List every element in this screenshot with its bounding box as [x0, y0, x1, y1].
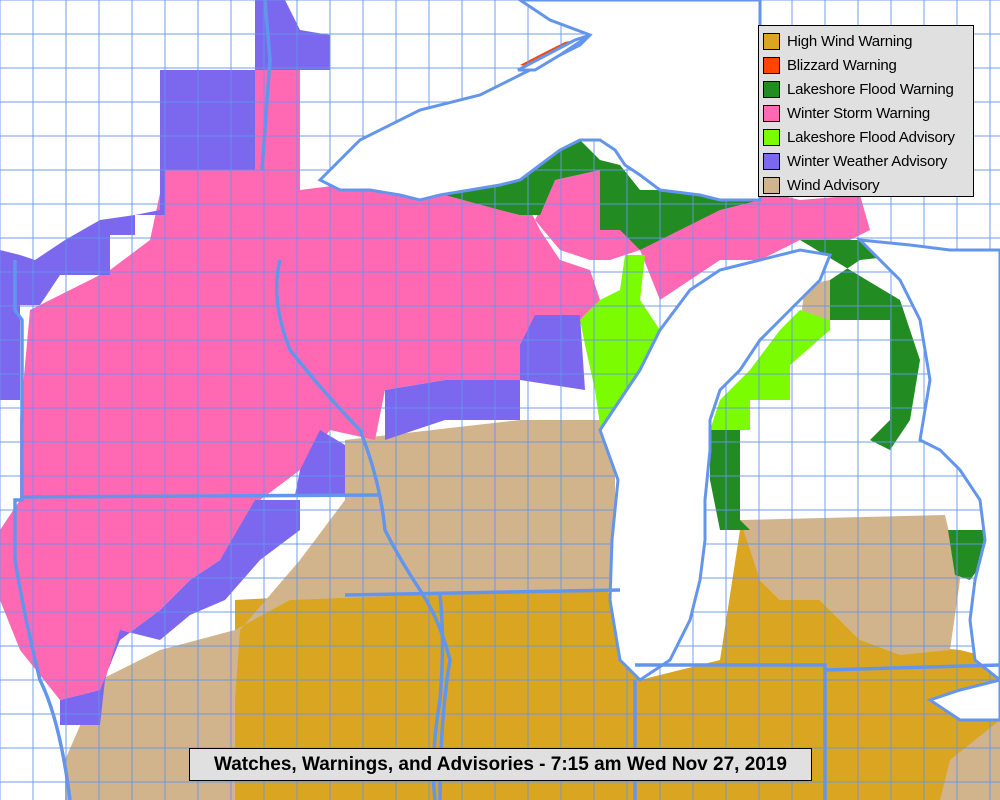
legend-label: Winter Storm Warning	[787, 104, 930, 122]
legend-label: High Wind Warning	[787, 32, 913, 50]
map-title: Watches, Warnings, and Advisories - 7:15…	[213, 753, 787, 775]
legend-item-lakeshore-flood-advisory: Lakeshore Flood Advisory	[763, 125, 969, 149]
map-title-box: Watches, Warnings, and Advisories - 7:15…	[189, 748, 812, 781]
legend-swatch	[763, 56, 780, 74]
legend-swatch	[763, 152, 780, 170]
legend-swatch	[763, 80, 780, 98]
legend-swatch	[763, 128, 780, 146]
legend-label: Lakeshore Flood Warning	[787, 80, 954, 98]
legend-label: Winter Weather Advisory	[787, 152, 948, 170]
legend-label: Blizzard Warning	[787, 56, 897, 74]
legend-label: Wind Advisory	[787, 176, 880, 194]
legend-item-winter-storm-warning: Winter Storm Warning	[763, 101, 969, 125]
legend-label: Lakeshore Flood Advisory	[787, 128, 955, 146]
legend-swatch	[763, 176, 780, 194]
region-wwa-east-wisconsin	[520, 315, 585, 390]
map-legend: High Wind Warning Blizzard Warning Lakes…	[758, 25, 974, 197]
legend-item-wind-advisory: Wind Advisory	[763, 173, 969, 197]
border-minnesota-iowa	[21, 493, 381, 499]
legend-swatch	[763, 32, 780, 50]
legend-item-blizzard-warning: Blizzard Warning	[763, 53, 969, 77]
legend-item-high-wind-warning: High Wind Warning	[763, 29, 969, 53]
legend-item-lakeshore-flood-warning: Lakeshore Flood Warning	[763, 77, 969, 101]
legend-item-winter-weather-advisory: Winter Weather Advisory	[763, 149, 969, 173]
legend-swatch	[763, 104, 780, 122]
